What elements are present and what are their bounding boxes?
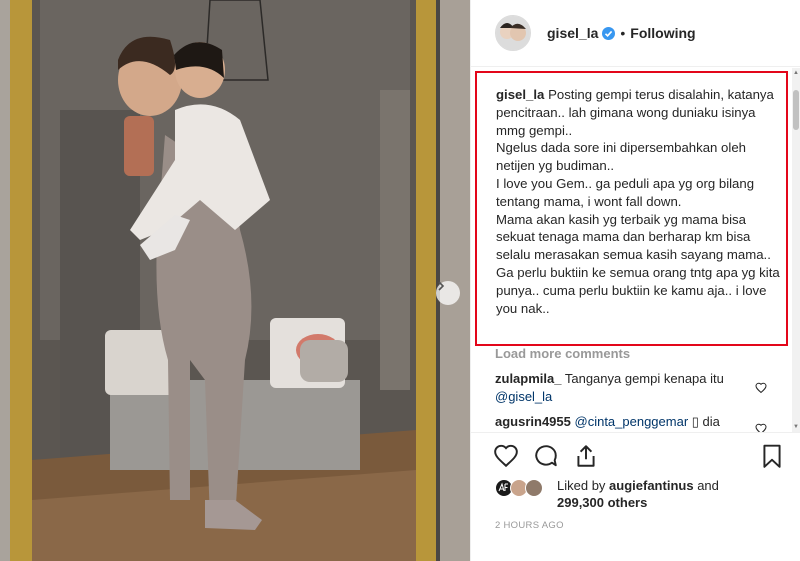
comments-list[interactable]: gisel_la Posting gempi terus disalahin, … xyxy=(471,68,800,432)
verified-badge-icon xyxy=(602,26,616,40)
caption-highlight-box: gisel_la Posting gempi terus disalahin, … xyxy=(475,71,788,346)
post-timestamp[interactable]: 2 HOURS AGO xyxy=(495,520,564,531)
comment-mention[interactable]: @cinta_penggemar xyxy=(575,414,689,429)
separator-dot: • xyxy=(620,25,626,41)
mirror-selfie-image xyxy=(0,0,470,561)
author-avatar[interactable] xyxy=(495,15,531,51)
scrollbar-thumb[interactable] xyxy=(793,90,799,130)
top-liker-username[interactable]: augiefantinus xyxy=(609,478,694,493)
scroll-down-arrow-icon[interactable]: ▼ xyxy=(793,424,799,430)
comment-username[interactable]: zulapmila_ xyxy=(495,371,561,386)
load-more-comments-button[interactable]: Load more comments xyxy=(495,346,630,361)
likes-summary: Liked by augiefantinus and 299,300 other… xyxy=(557,477,787,511)
heart-icon[interactable] xyxy=(493,443,519,469)
scroll-up-arrow-icon[interactable]: ▲ xyxy=(793,70,799,76)
likes-count[interactable]: 299,300 others xyxy=(557,495,647,510)
likes-prefix: Liked by xyxy=(557,478,606,493)
caption-username[interactable]: gisel_la xyxy=(496,87,544,102)
comment-text: ▯ dia xyxy=(691,414,720,429)
likes-conjunction: and xyxy=(697,478,719,493)
comment-mention[interactable]: @gisel_la xyxy=(495,389,552,404)
comment-item: zulapmila_ Tanganya gempi kenapa itu @gi… xyxy=(495,370,765,406)
bookmark-icon[interactable] xyxy=(759,443,785,469)
comment-text: Tanganya gempi kenapa itu xyxy=(564,371,724,386)
chevron-right-icon xyxy=(438,281,445,291)
next-image-button[interactable] xyxy=(436,281,460,305)
comment-item: agusrin4955 @cinta_penggemar ▯ dia xyxy=(495,413,765,431)
avatar-image xyxy=(496,16,530,50)
post-caption: gisel_la Posting gempi terus disalahin, … xyxy=(496,86,788,317)
comments-scrollbar[interactable]: ▲ ▼ xyxy=(792,68,800,432)
author-username[interactable]: gisel_la xyxy=(547,25,598,41)
action-bar xyxy=(471,432,800,480)
following-button[interactable]: Following xyxy=(630,25,695,41)
caption-text: Posting gempi terus disalahin, katanya p… xyxy=(496,87,780,316)
comment-like-heart-icon[interactable] xyxy=(755,423,767,432)
likes-section: Liked by augiefantinus and 299,300 other… xyxy=(495,475,785,515)
post-side-panel: gisel_la • Following gisel_la Posting ge… xyxy=(470,0,800,561)
post-header: gisel_la • Following xyxy=(471,0,800,67)
liker-avatar[interactable] xyxy=(525,479,543,497)
share-arrow-icon[interactable] xyxy=(573,443,599,469)
af-logo-icon xyxy=(498,482,508,492)
comment-bubble-icon[interactable] xyxy=(533,443,559,469)
comment-like-heart-icon[interactable] xyxy=(755,382,767,394)
post-photo[interactable] xyxy=(0,0,470,561)
comment-username[interactable]: agusrin4955 xyxy=(495,414,571,429)
liker-avatars xyxy=(495,479,547,497)
